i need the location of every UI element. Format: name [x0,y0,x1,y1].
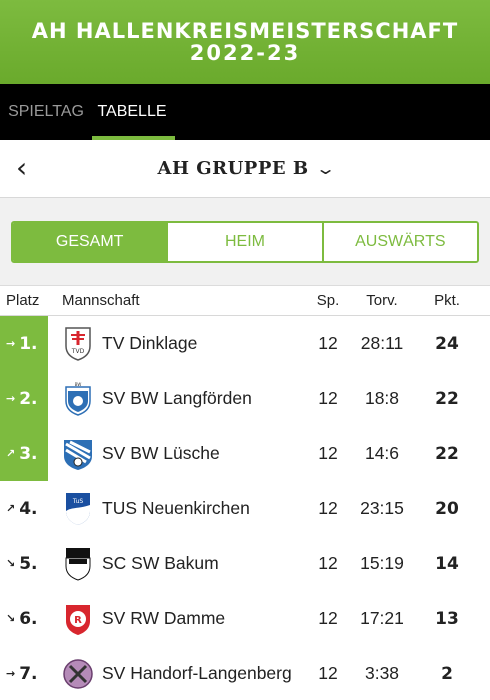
svg-text:TuS: TuS [72,498,84,505]
team-name: TV Dinklage [102,333,198,353]
trend-icon: ↘ [6,557,16,570]
games-played: 12 [318,498,338,518]
trend-icon: → [6,337,16,350]
table-row[interactable]: ↘ 5. SC SW Bakum 12 15:19 14 [0,536,490,591]
chevron-down-icon: ⌄ [314,159,337,178]
rank: 3. [19,443,38,464]
team-name: TUS Neuenkirchen [102,498,250,518]
goal-ratio: 17:21 [360,608,404,628]
points: 24 [435,333,459,354]
season-label: 2022-23 [189,41,301,65]
club-logo-icon: R [62,600,94,638]
club-logo-icon: TVD [62,325,94,363]
club-logo-icon: TuS [62,490,94,528]
table-row[interactable]: → 7. SV Handorf-Langenberg 12 3:38 2 [0,646,490,700]
team-name: SV BW Langförden [102,388,252,408]
points: 22 [435,443,459,464]
team-name: SV BW Lüsche [102,443,220,463]
team-name: SV RW Damme [102,608,226,628]
filter-heim[interactable]: HEIM [166,222,322,261]
table-row[interactable]: ↘ 6. R SV RW Damme 12 17:21 13 [0,591,490,646]
tab-tabelle[interactable]: TABELLE [92,84,175,140]
team-name: SC SW Bakum [102,553,219,573]
team-name: SV Handorf-Langenberg [102,663,292,683]
trend-icon: ↘ [6,612,16,625]
club-logo-icon [62,435,94,473]
points: 22 [435,388,459,409]
games-played: 12 [318,443,338,463]
points: 13 [435,608,459,629]
column-header-pkt: Pkt. [434,292,460,309]
table-row[interactable]: → 2. BW SV BW Langförden 12 18:8 22 [0,371,490,426]
table-row[interactable]: ↗ 4. TuS TUS Neuenkirchen 12 23:15 20 [0,481,490,536]
trend-icon: ↗ [6,502,16,515]
club-logo-icon [62,655,94,693]
rank: 4. [19,498,38,519]
club-logo-icon: BW [62,380,94,418]
group-dropdown[interactable]: AH GRUPPE B ⌄ [0,158,490,179]
column-header-platz: Platz [6,292,40,309]
rank: 6. [19,608,38,629]
goal-ratio: 23:15 [360,498,404,518]
chevron-left-icon[interactable]: ‹ [16,154,27,182]
column-header-tor: Torv. [366,292,398,309]
trend-icon: ↗ [6,447,16,460]
column-header-team: Mannschaft [62,292,140,309]
tab-bar: SPIELTAG TABELLE [0,84,490,140]
goal-ratio: 15:19 [360,553,404,573]
games-played: 12 [318,388,338,408]
group-selector-bar: ‹ AH GRUPPE B ⌄ [0,140,490,198]
column-header-sp: Sp. [316,292,340,309]
points: 2 [441,663,453,684]
filter-area: GESAMT HEIM AUSWÄRTS [0,198,490,286]
rank: 5. [19,553,38,574]
rank: 2. [19,388,38,409]
filter-auswaerts[interactable]: AUSWÄRTS [321,222,477,261]
tab-spieltag[interactable]: SPIELTAG [8,84,84,140]
filter-segmented-control: GESAMT HEIM AUSWÄRTS [11,220,479,263]
table-row[interactable]: ↗ 3. SV BW Lüsche 12 14:6 22 [0,426,490,481]
table-header: Platz Mannschaft Sp. Torv. Pkt. [0,286,490,316]
table-row[interactable]: → 1. TVD TV Dinklage 12 28:11 24 [0,316,490,371]
goal-ratio: 18:8 [364,388,400,408]
games-played: 12 [318,553,338,573]
trend-icon: → [6,667,16,680]
svg-text:BW: BW [75,382,82,387]
svg-text:R: R [74,615,82,626]
trend-icon: → [6,392,16,405]
group-title: AH GRUPPE B [157,158,309,179]
club-logo-icon [62,545,94,583]
points: 14 [435,553,459,574]
games-played: 12 [318,333,338,353]
points: 20 [435,498,459,519]
goal-ratio: 14:6 [364,443,400,463]
goal-ratio: 3:38 [364,663,400,683]
games-played: 12 [318,663,338,683]
rank: 7. [19,663,38,684]
goal-ratio: 28:11 [360,333,404,353]
standings-table: → 1. TVD TV Dinklage 12 28:11 24 → 2. BW S… [0,316,490,700]
page-title: AH HALLENKREISMEISTERSCHAFT [31,19,459,43]
svg-text:TVD: TVD [71,348,85,355]
app-header: AH HALLENKREISMEISTERSCHAFT 2022-23 [0,0,490,84]
games-played: 12 [318,608,338,628]
filter-gesamt[interactable]: GESAMT [13,222,167,261]
rank: 1. [19,333,38,354]
